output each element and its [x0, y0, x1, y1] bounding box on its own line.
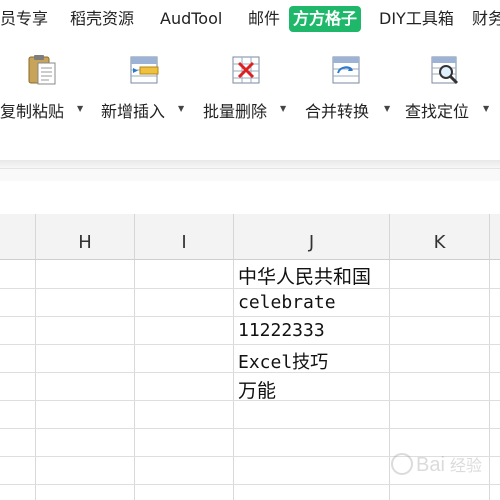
menu-tab-diy-toolbox[interactable]: DIY工具箱: [379, 6, 454, 32]
chevron-down-icon: ▼: [384, 104, 391, 113]
cell-j2[interactable]: celebrate: [238, 292, 336, 313]
menu-tab-member[interactable]: 员专享: [0, 6, 48, 32]
delete-grid-icon: [230, 54, 262, 86]
clipboard-paste-icon: [27, 54, 59, 86]
menu-bar: 员专享 稻壳资源 AudTool 邮件 方方格子 DIY工具箱 财务: [0, 0, 500, 38]
column-header-g[interactable]: [0, 214, 36, 260]
ribbon-toolbar: 复制粘贴 ▼ 新增插入 ▼ 批量删除 ▼ 合并转换 ▼ 查找定位 ▼: [0, 38, 500, 162]
batch-delete-button[interactable]: 批量删除 ▼: [203, 54, 295, 124]
menu-tab-mail[interactable]: 邮件: [248, 6, 280, 32]
copy-paste-button[interactable]: 复制粘贴 ▼: [0, 54, 90, 124]
merge-convert-button[interactable]: 合并转换 ▼: [305, 54, 397, 124]
chevron-down-icon: ▼: [280, 104, 287, 113]
grid-line: [35, 260, 36, 500]
chevron-down-icon: ▼: [178, 104, 185, 113]
svg-text:Bai: Bai: [416, 454, 445, 476]
menu-tab-finance[interactable]: 财务: [472, 6, 500, 32]
merge-convert-label: 合并转换: [305, 102, 370, 121]
batch-delete-label: 批量删除: [203, 102, 268, 121]
ribbon-divider: [0, 160, 500, 168]
menu-tab-audtool[interactable]: AudTool: [160, 6, 222, 32]
insert-button[interactable]: 新增插入 ▼: [101, 54, 193, 124]
column-header-h[interactable]: H: [36, 214, 135, 260]
column-header-k[interactable]: K: [390, 214, 490, 260]
grid-line: [0, 428, 500, 429]
chevron-down-icon: ▼: [77, 104, 84, 113]
grid-line: [233, 260, 234, 500]
cell-j4[interactable]: Excel技巧: [238, 348, 328, 374]
menu-tab-fangfangezi[interactable]: 方方格子: [289, 6, 362, 32]
insert-label: 新增插入: [101, 102, 166, 121]
chevron-down-icon: ▼: [483, 104, 490, 113]
grid-line: [0, 316, 500, 317]
merge-convert-icon: [330, 54, 362, 86]
grid-line: [0, 344, 500, 345]
sheet-top-gap: [0, 181, 500, 215]
copy-paste-label: 复制粘贴: [0, 102, 65, 121]
find-locate-label: 查找定位: [405, 102, 470, 121]
cell-j5[interactable]: 万能: [238, 376, 276, 403]
insert-row-icon: [128, 54, 160, 86]
find-locate-button[interactable]: 查找定位 ▼: [405, 54, 497, 124]
menu-tab-docer-resources[interactable]: 稻壳资源: [70, 6, 134, 32]
baidu-jingyan-watermark-logo: Bai 经验: [388, 440, 498, 490]
column-header-j[interactable]: J: [234, 214, 390, 260]
grid-line: [134, 260, 135, 500]
find-locate-icon: [429, 54, 461, 86]
column-header-l[interactable]: [490, 214, 500, 260]
column-header-i[interactable]: I: [135, 214, 234, 260]
svg-text:经验: 经验: [450, 457, 482, 475]
cell-j1[interactable]: 中华人民共和国: [238, 262, 371, 289]
cell-j3[interactable]: 11222333: [238, 320, 325, 341]
